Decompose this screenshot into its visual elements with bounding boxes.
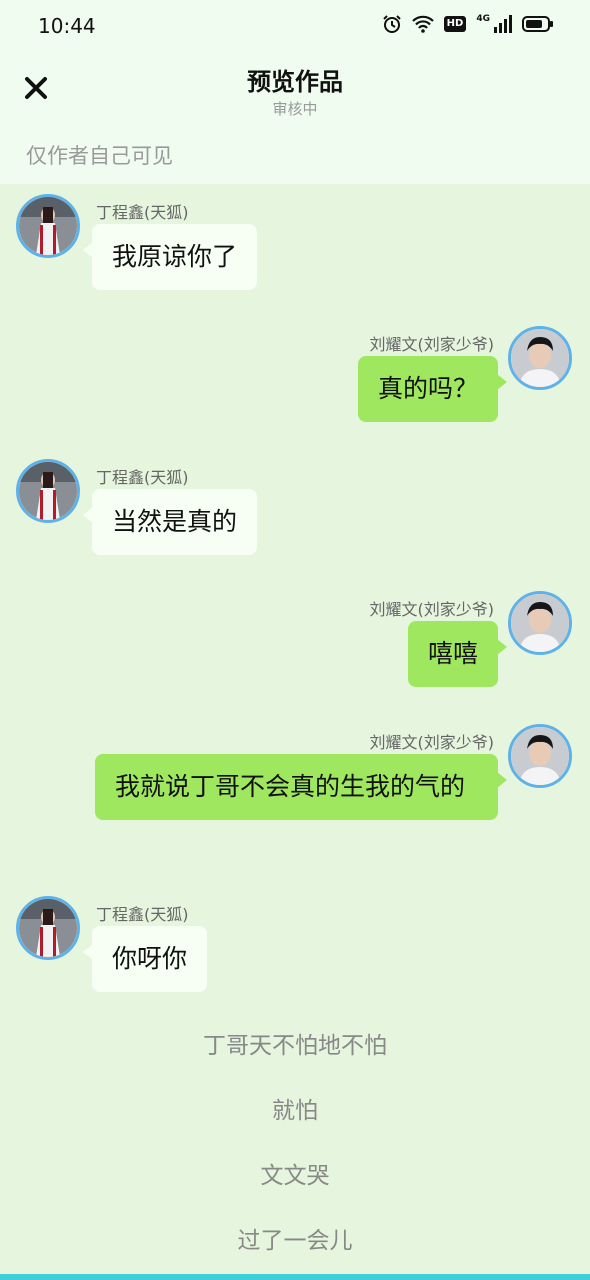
avatar-liu[interactable] [508, 724, 572, 788]
sender-name: 丁程鑫(天狐) [96, 468, 189, 487]
message-bubble[interactable]: 嘻嘻 [407, 621, 508, 687]
signal-icon [494, 15, 512, 33]
hd-badge: HD [443, 16, 467, 32]
narration-line: 就怕 [272, 1098, 318, 1124]
sender-name: 刘耀文(刘家少爷) [369, 733, 495, 752]
page-title: 预览作品 [247, 68, 343, 96]
message-bubble[interactable]: 真的吗？ [357, 356, 508, 422]
message-bubble[interactable]: 我就说丁哥不会真的生我的气的 [95, 754, 507, 820]
avatar-liu[interactable] [508, 591, 572, 655]
narration-line: 过了一会儿 [237, 1228, 353, 1254]
avatar-ding[interactable] [16, 459, 80, 523]
sender-name: 丁程鑫(天狐) [96, 905, 189, 924]
narration-line: 文文哭 [260, 1163, 330, 1189]
battery-icon [522, 15, 554, 33]
narration-line: 丁哥天不怕地不怕 [203, 1033, 387, 1059]
status-icons: HD 4G [382, 14, 554, 34]
chat-area[interactable]: 丁程鑫(天狐) 我原谅你了 刘耀文(刘家少爷) 真的吗？ 丁程鑫(天狐) 当然是… [0, 184, 590, 1280]
alarm-icon [382, 14, 402, 34]
network-type: 4G [476, 14, 490, 24]
header: 预览作品 审核中 [0, 52, 590, 132]
bottom-accent-bar [0, 1274, 590, 1280]
status-bar: 10:44 HD 4G [0, 0, 590, 52]
sender-name: 刘耀文(刘家少爷) [369, 335, 495, 354]
status-time: 10:44 [38, 14, 96, 38]
avatar-ding[interactable] [16, 194, 80, 258]
message-bubble[interactable]: 我原谅你了 [82, 224, 258, 290]
sender-name: 刘耀文(刘家少爷) [369, 600, 495, 619]
review-status: 审核中 [272, 100, 318, 118]
message-bubble[interactable]: 你呀你 [82, 926, 208, 992]
sender-name: 丁程鑫(天狐) [96, 203, 189, 222]
message-bubble[interactable]: 当然是真的 [82, 489, 258, 555]
avatar-ding[interactable] [16, 896, 80, 960]
wifi-icon [411, 15, 434, 33]
avatar-liu[interactable] [508, 326, 572, 390]
visibility-note: 仅作者自己可见 [26, 144, 173, 168]
